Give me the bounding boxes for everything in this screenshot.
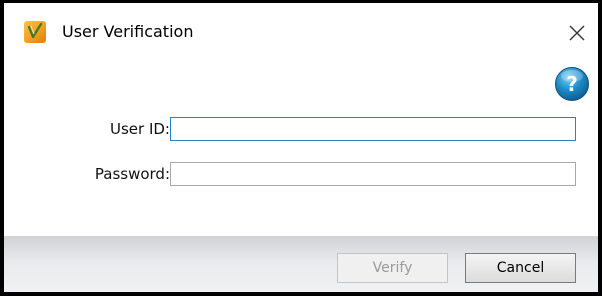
window-title: User Verification [62, 22, 194, 41]
help-icon[interactable]: ? [554, 66, 590, 102]
user-id-input[interactable] [170, 117, 576, 141]
close-icon[interactable] [564, 20, 590, 46]
password-label: Password: [94, 165, 170, 183]
user-verification-dialog: User Verification ? User ID: Password: V… [4, 3, 598, 292]
verification-check-icon [24, 21, 46, 43]
dialog-footer: Verify Cancel [4, 236, 598, 292]
title-bar: User Verification [4, 3, 598, 63]
user-id-label: User ID: [110, 120, 170, 138]
password-input[interactable] [170, 162, 576, 186]
svg-text:?: ? [566, 72, 578, 96]
verify-button[interactable]: Verify [337, 253, 448, 283]
cancel-button[interactable]: Cancel [465, 253, 576, 283]
